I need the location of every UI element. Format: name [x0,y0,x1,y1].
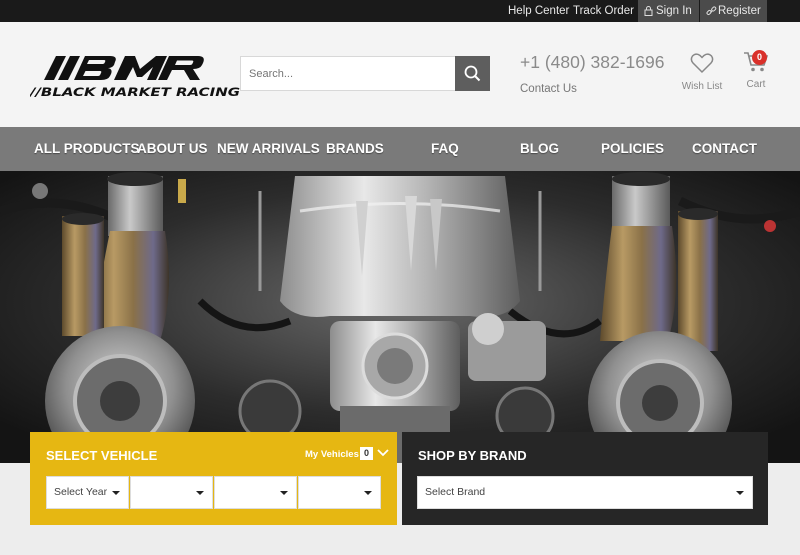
link-icon [706,6,717,15]
track-order-link[interactable]: Track Order [573,0,634,22]
search-button[interactable] [455,56,490,91]
bmr-logo[interactable]: //BLACK MARKET RACING [30,52,242,120]
my-vehicles-count: 0 [360,447,373,460]
nav-blog[interactable]: BLOG [520,127,559,171]
site-header: //BLACK MARKET RACING +1 (480) 382-1696 … [0,22,800,127]
select-make-dropdown[interactable] [130,476,213,509]
logo-text: //BLACK MARKET RACING [30,85,240,99]
wish-list-label: Wish List [681,81,723,92]
hero-engine-image [0,171,800,463]
register-label: Register [718,5,761,17]
select-brand-label: Select Brand [425,486,486,498]
select-year-label: Select Year [54,486,108,498]
contact-us-link[interactable]: Contact Us [520,83,577,95]
select-year-dropdown[interactable]: Select Year [46,476,129,509]
select-vehicle-title: SELECT VEHICLE [46,448,158,463]
select-model-dropdown[interactable] [214,476,297,509]
register-button[interactable]: Register [700,0,767,22]
shop-by-brand-title: SHOP BY BRAND [418,448,527,463]
chevron-down-icon[interactable] [377,449,389,457]
caret-down-icon [280,491,288,495]
cart-label: Cart [746,79,766,90]
heart-icon [690,53,714,74]
nav-brands[interactable]: BRANDS [326,127,384,171]
caret-down-icon [112,491,120,495]
phone-number[interactable]: +1 (480) 382-1696 [520,52,665,73]
cart-count-badge: 0 [752,50,767,65]
main-navigation: ALL PRODUCTS ABOUT US NEW ARRIVALS BRAND… [0,127,800,171]
my-vehicles-link[interactable]: My Vehicles [305,449,359,460]
caret-down-icon [736,491,744,495]
caret-down-icon [364,491,372,495]
sign-in-label: Sign In [656,5,692,17]
wish-list-button[interactable]: Wish List [678,52,726,92]
hero-banner[interactable] [0,171,800,463]
nav-contact[interactable]: CONTACT [692,127,757,171]
top-utility-bar: Help Center Track Order Sign In Register [0,0,800,22]
caret-down-icon [196,491,204,495]
shop-by-brand-panel: SHOP BY BRAND Select Brand [402,432,768,525]
search-input[interactable] [240,56,456,91]
select-vehicle-panel: SELECT VEHICLE My Vehicles 0 Select Year [30,432,397,525]
lock-icon [644,6,653,16]
nav-faq[interactable]: FAQ [431,127,459,171]
nav-new-arrivals[interactable]: NEW ARRIVALS [217,127,320,171]
nav-all-products[interactable]: ALL PRODUCTS [34,127,140,171]
nav-about-us[interactable]: ABOUT US [137,127,208,171]
nav-policies[interactable]: POLICIES [601,127,664,171]
search-icon [464,65,481,82]
select-submodel-dropdown[interactable] [298,476,381,509]
help-center-link[interactable]: Help Center [508,0,569,22]
sign-in-button[interactable]: Sign In [638,0,699,22]
select-brand-dropdown[interactable]: Select Brand [417,476,753,509]
